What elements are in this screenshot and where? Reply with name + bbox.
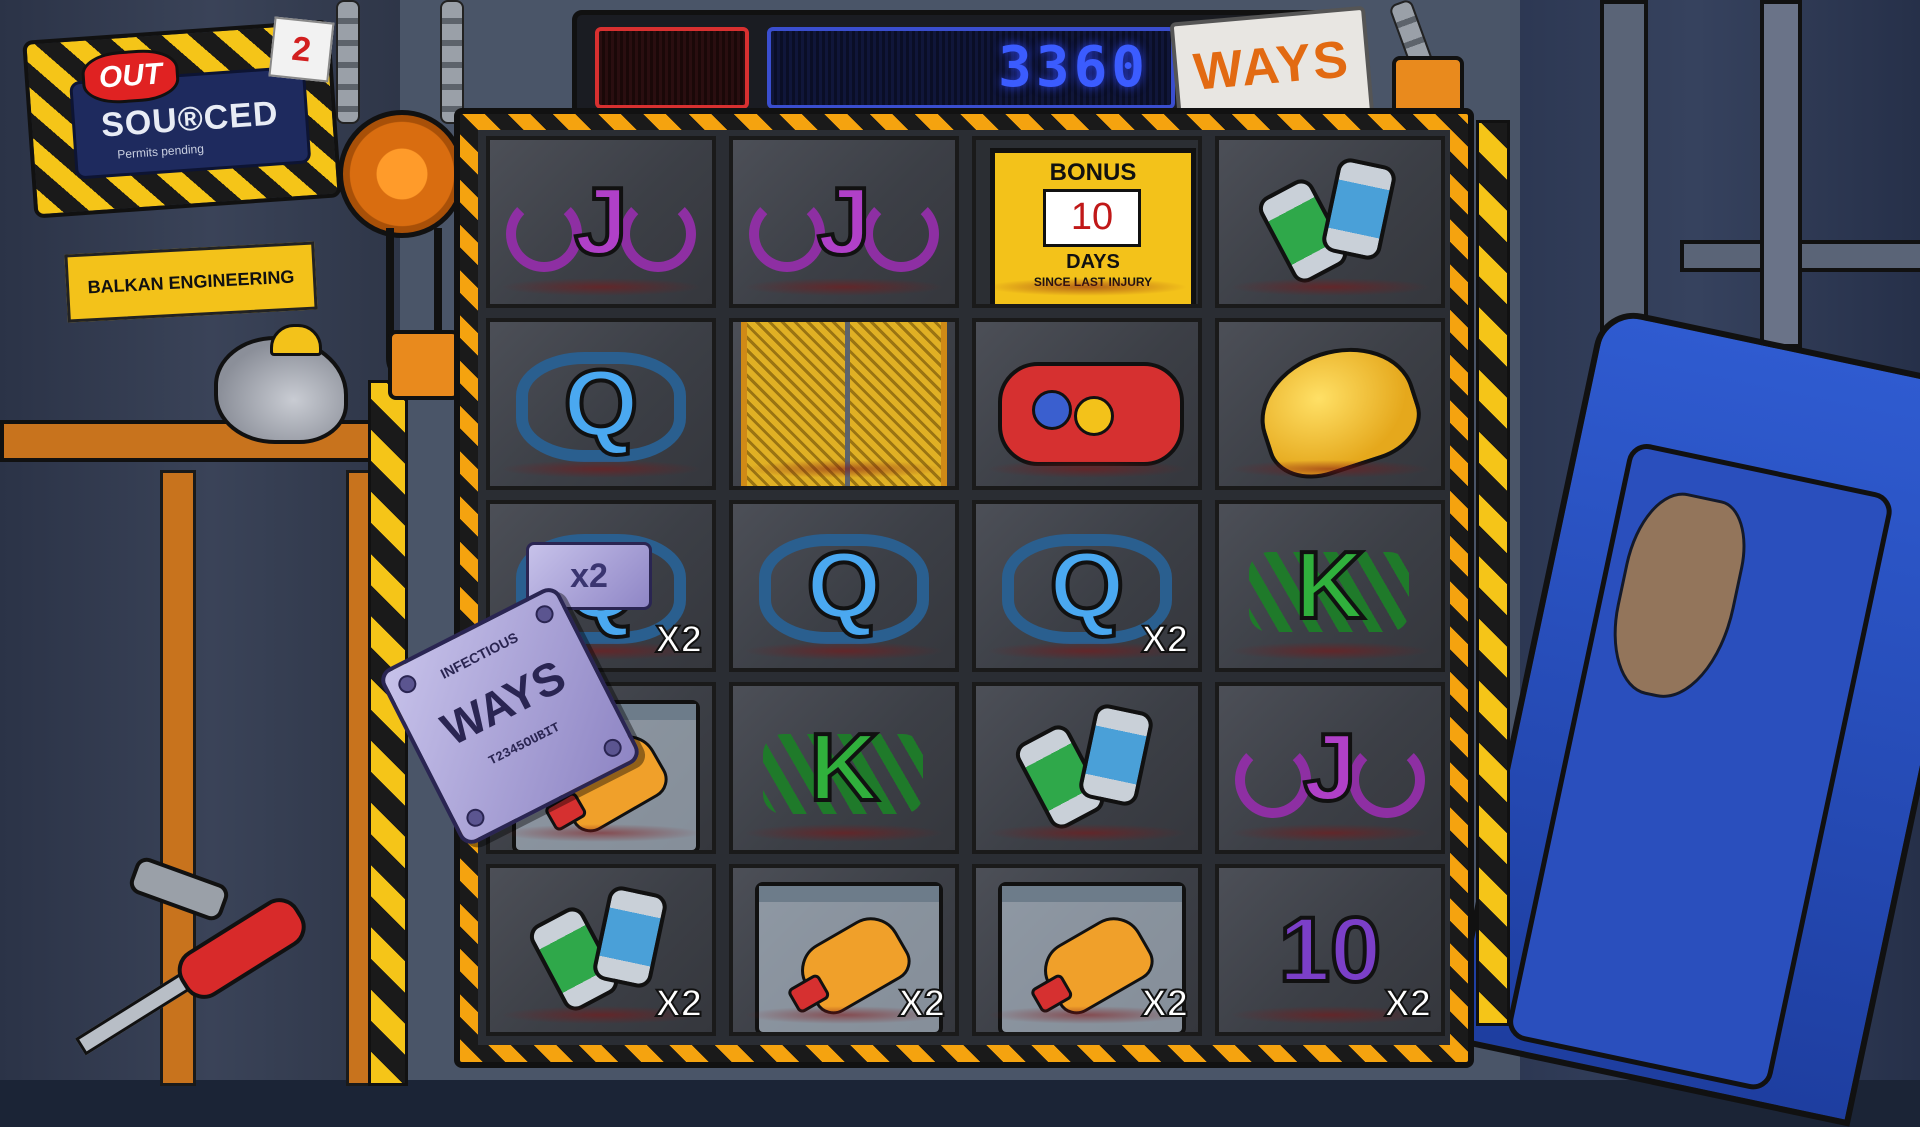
plate-bolt	[463, 805, 488, 830]
crane-pulley	[338, 110, 466, 238]
symbol-q: Q	[562, 348, 641, 459]
reel-cell: K	[1215, 500, 1445, 672]
radiation-mark-icon	[1074, 396, 1114, 436]
logo-sequel-number: 2	[268, 16, 335, 83]
symbol-j: J	[1301, 712, 1358, 823]
blue-can	[590, 883, 670, 991]
logo-out-badge: OUT	[80, 47, 181, 106]
bag-seal	[759, 886, 939, 902]
reel-cell	[972, 318, 1202, 490]
symbol-k: K	[1293, 530, 1366, 641]
reel-cell: K	[729, 682, 959, 854]
bonus-counter-board: 10	[1043, 189, 1141, 247]
reel-cell	[729, 318, 959, 490]
balkan-engineering-sign: BALKAN ENGINEERING	[64, 241, 318, 323]
hazard-post	[368, 380, 408, 1086]
reel-cell: J	[1215, 682, 1445, 854]
led-indicator	[595, 27, 749, 109]
bag-seal	[1002, 886, 1182, 902]
bonus-count: 10	[1070, 196, 1114, 238]
logo-plate: OUT SOU®CED Permits pending	[69, 47, 312, 180]
symbol-j: J	[815, 166, 872, 277]
symbol-q: Q	[805, 530, 884, 641]
reel-cell: Q	[729, 500, 959, 672]
cell-multiplier: X2	[1141, 618, 1190, 662]
cell-multiplier: X2	[898, 982, 947, 1026]
gamepad-icon	[998, 362, 1184, 466]
reel-cell: J	[729, 136, 959, 308]
drain-pipe	[1760, 0, 1802, 348]
cell-multiplier: X2	[655, 982, 704, 1026]
bonus-scatter-sign: BONUS 10 DAYS SINCE LAST INJURY	[990, 148, 1196, 304]
crane-chain-right	[440, 0, 464, 124]
crushed-cans-icon	[1253, 155, 1399, 288]
hardhat-icon	[1244, 328, 1432, 486]
reel-cell: X2	[486, 864, 716, 1036]
cell-multiplier: X2	[655, 618, 704, 662]
padlock-left	[388, 330, 460, 400]
logo-subtitle: Permits pending	[116, 141, 205, 162]
blue-can	[1076, 701, 1156, 809]
reel-cell: X2	[729, 864, 959, 1036]
bonus-days: DAYS	[1066, 251, 1120, 273]
ways-led-display: 3360	[767, 27, 1175, 109]
bonus-since-label: SINCE LAST INJURY	[1033, 275, 1153, 289]
reel-cell: X2	[972, 864, 1202, 1036]
reel-cell	[1215, 136, 1445, 308]
plate-bolt	[600, 735, 625, 760]
hazard-post-right	[1476, 120, 1510, 1026]
bonus-title: BONUS	[1049, 159, 1137, 186]
game-logo: OUT SOU®CED Permits pending 2	[22, 16, 342, 219]
cell-multiplier: X2	[1141, 982, 1190, 1026]
symbol-j: J	[572, 166, 629, 277]
crushed-cans-icon	[524, 883, 670, 1016]
reel-cell: BONUS 10 DAYS SINCE LAST INJURY	[972, 136, 1202, 308]
crushed-cans-icon	[1010, 701, 1156, 834]
ways-label: WAYS	[1191, 30, 1353, 102]
reel-cell: 10 X2	[1215, 864, 1445, 1036]
ways-count: 3360	[998, 35, 1149, 100]
reel-cell	[972, 682, 1202, 854]
grate-door-icon	[741, 322, 947, 486]
crane-chain-left	[336, 0, 360, 124]
reel-cell: Q X2	[972, 500, 1202, 672]
reel-cell: Q	[486, 318, 716, 490]
cell-multiplier: X2	[1384, 982, 1433, 1026]
reel-cell: J	[486, 136, 716, 308]
gamepad-stick	[1032, 390, 1072, 430]
reel-cell	[1215, 318, 1445, 490]
blue-can	[1319, 155, 1399, 263]
symbol-k: K	[807, 712, 880, 823]
